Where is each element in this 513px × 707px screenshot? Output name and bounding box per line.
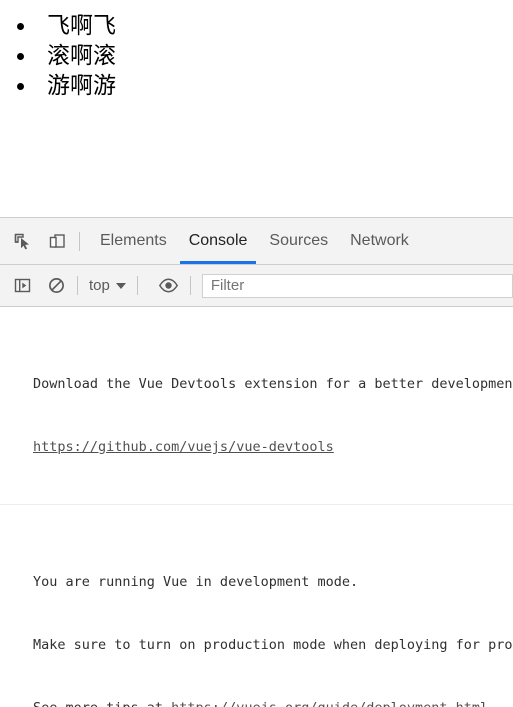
console-sidebar-toggle-icon[interactable] (10, 274, 34, 298)
execution-context-label: top (89, 277, 110, 294)
page-viewport: 飞啊飞 滚啊滚 游啊游 (0, 0, 513, 217)
filter-input[interactable] (201, 273, 513, 298)
console-toolbar: top (0, 265, 513, 307)
list-item-label: 飞啊飞 (47, 13, 116, 39)
console-log-message: Download the Vue Devtools extension for … (0, 307, 513, 505)
chevron-down-icon (115, 282, 126, 289)
devtools-link[interactable]: https://github.com/vuejs/vue-devtools (33, 439, 334, 455)
console-log-message: You are running Vue in development mode.… (0, 505, 513, 707)
toolbar-divider (79, 231, 80, 251)
list-item: 飞啊飞 (17, 11, 513, 41)
log-line: Make sure to turn on production mode whe… (33, 637, 513, 653)
toolbar-divider (189, 276, 191, 295)
tab-elements[interactable]: Elements (89, 218, 178, 264)
list-item-label: 游啊游 (47, 73, 116, 99)
tab-sources[interactable]: Sources (258, 218, 339, 264)
clear-console-icon[interactable] (44, 274, 68, 298)
log-line: Download the Vue Devtools extension for … (33, 376, 513, 392)
log-line: https://github.com/vuejs/vue-devtools (33, 437, 509, 458)
inspect-element-icon[interactable] (9, 228, 35, 254)
tab-network[interactable]: Network (339, 218, 420, 264)
devtools-tabbar: Elements Console Sources Network (0, 218, 513, 265)
tab-console[interactable]: Console (178, 218, 259, 264)
toolbar-divider (77, 276, 78, 295)
live-expression-eye-icon[interactable] (157, 274, 181, 298)
execution-context-dropdown[interactable]: top (87, 277, 128, 294)
list-item: 滚啊滚 (17, 41, 513, 71)
bullet-list: 飞啊飞 滚啊滚 游啊游 (0, 0, 513, 101)
log-line: You are running Vue in development mode. (33, 574, 359, 590)
device-toolbar-icon[interactable] (44, 228, 70, 254)
list-item-label: 滚啊滚 (47, 43, 116, 69)
toolbar-divider (136, 276, 138, 295)
console-message-list[interactable]: Download the Vue Devtools extension for … (0, 307, 513, 707)
list-item: 游啊游 (17, 71, 513, 101)
devtools-panel: Elements Console Sources Network top Fil… (0, 217, 513, 707)
